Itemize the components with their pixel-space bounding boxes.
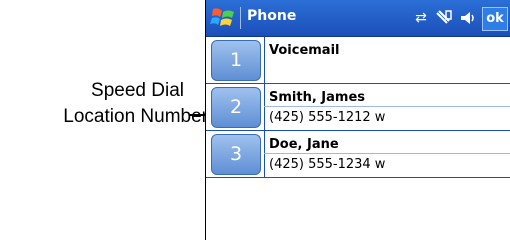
row-inner-separator <box>264 106 510 107</box>
app-title: Phone <box>247 8 297 24</box>
contact-name: Doe, Jane <box>269 137 339 152</box>
row-divider <box>264 84 265 130</box>
contact-number: (425) 555-1212 w <box>269 110 386 125</box>
ok-button[interactable]: ok <box>482 7 508 31</box>
title-separator <box>240 7 241 29</box>
row-divider <box>264 37 265 83</box>
list-item[interactable]: 2 Smith, James (425) 555-1212 w <box>206 84 510 131</box>
speed-dial-location-number: 3 <box>211 134 261 175</box>
speed-dial-location-number: 1 <box>211 40 261 81</box>
callout-label-line2: Location Number <box>63 106 208 127</box>
phone-signal-icon[interactable] <box>434 8 454 28</box>
windows-start-icon[interactable] <box>210 5 236 31</box>
callout-label-line1: Speed Dial <box>91 80 184 101</box>
row-divider <box>264 131 265 177</box>
list-item[interactable]: 3 Doe, Jane (425) 555-1234 w <box>206 131 510 178</box>
phone-screen: Phone ⇄ ok 1 Voicemail 2 Smith, James (4… <box>205 0 510 240</box>
list-item[interactable]: 1 Voicemail <box>206 37 510 84</box>
title-bar: Phone ⇄ ok <box>206 0 510 37</box>
speed-dial-location-number: 2 <box>211 87 261 128</box>
volume-icon[interactable] <box>458 8 478 28</box>
connectivity-icon[interactable]: ⇄ <box>411 8 431 28</box>
contact-name: Voicemail <box>269 43 340 58</box>
contact-name: Smith, James <box>269 90 366 105</box>
row-inner-separator <box>264 153 510 154</box>
contact-number: (425) 555-1234 w <box>269 157 386 172</box>
